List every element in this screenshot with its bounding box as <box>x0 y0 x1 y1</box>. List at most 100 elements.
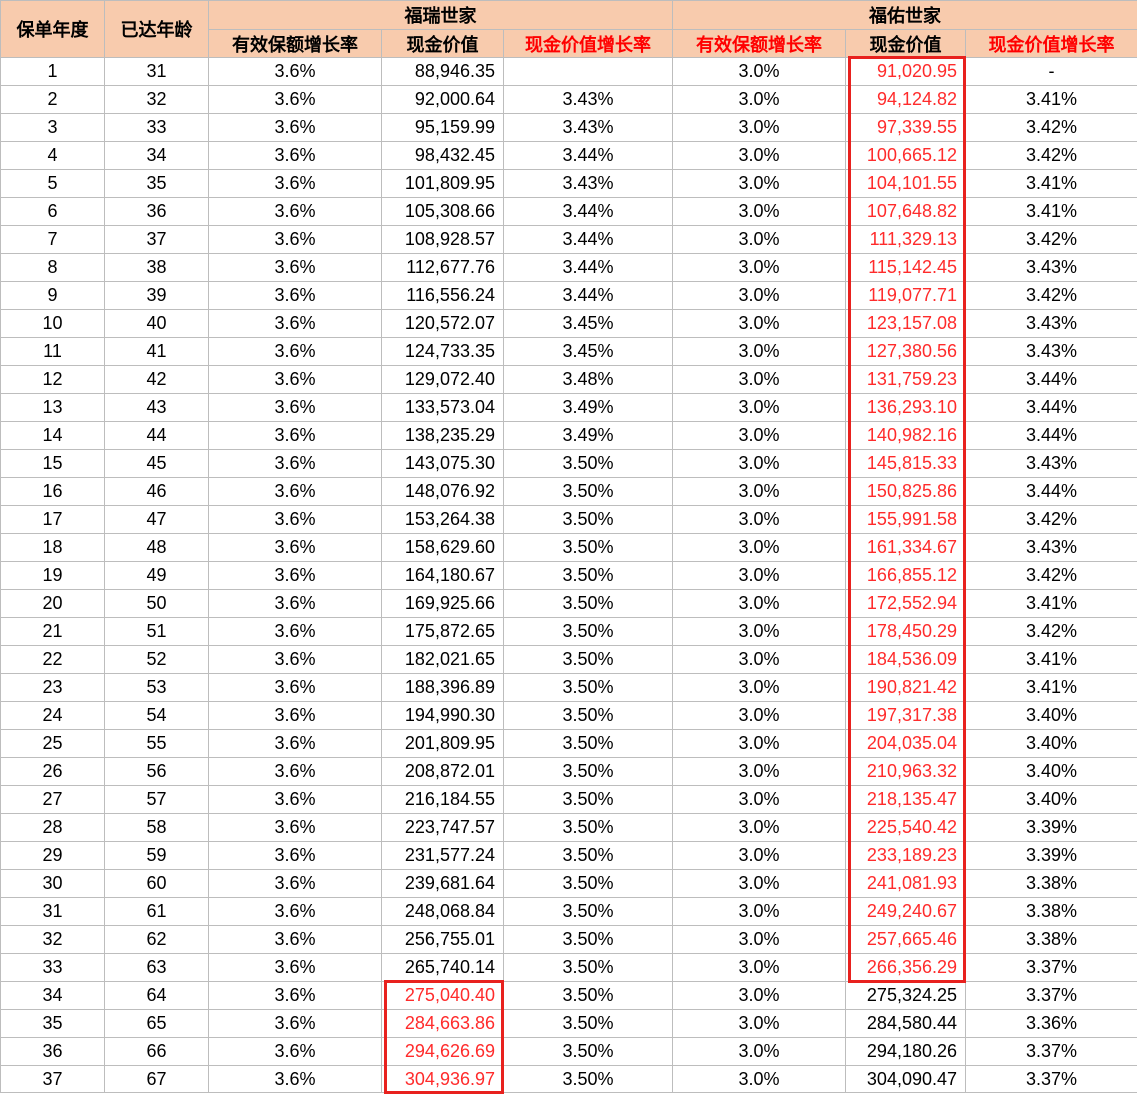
cell-a-cash-growth: 3.44% <box>504 226 673 254</box>
cell-a-cash-value: 275,040.40 <box>382 982 504 1010</box>
header-group-b: 福佑世家 <box>673 1 1137 30</box>
cell-a-sum-growth: 3.6% <box>209 898 382 926</box>
cell-policy-year: 29 <box>1 842 105 870</box>
cell-a-cash-growth: 3.50% <box>504 954 673 982</box>
cell-b-cash-growth: 3.37% <box>966 982 1137 1010</box>
table-row: 1313.6%88,946.353.0%91,020.95- <box>1 58 1137 86</box>
cell-policy-year: 12 <box>1 366 105 394</box>
cell-age: 67 <box>105 1066 209 1093</box>
cell-a-sum-growth: 3.6% <box>209 1010 382 1038</box>
cell-policy-year: 34 <box>1 982 105 1010</box>
cell-a-cash-value: 169,925.66 <box>382 590 504 618</box>
cell-b-cash-value: 155,991.58 <box>846 506 966 534</box>
table-row: 20503.6%169,925.663.50%3.0%172,552.943.4… <box>1 590 1137 618</box>
cell-a-cash-value: 164,180.67 <box>382 562 504 590</box>
cell-age: 57 <box>105 786 209 814</box>
cell-b-cash-growth: 3.40% <box>966 702 1137 730</box>
cell-policy-year: 36 <box>1 1038 105 1066</box>
cell-b-sum-growth: 3.0% <box>673 534 846 562</box>
cell-policy-year: 2 <box>1 86 105 114</box>
cell-age: 35 <box>105 170 209 198</box>
header-a-cash-value: 现金价值 <box>382 30 504 58</box>
cell-b-cash-growth: 3.37% <box>966 954 1137 982</box>
cell-b-cash-value: 111,329.13 <box>846 226 966 254</box>
cell-a-cash-growth: 3.50% <box>504 982 673 1010</box>
cell-a-cash-value: 98,432.45 <box>382 142 504 170</box>
cell-a-cash-value: 95,159.99 <box>382 114 504 142</box>
cell-b-cash-growth: 3.37% <box>966 1038 1137 1066</box>
table-row: 10403.6%120,572.073.45%3.0%123,157.083.4… <box>1 310 1137 338</box>
cell-a-cash-growth: 3.44% <box>504 254 673 282</box>
cell-policy-year: 22 <box>1 646 105 674</box>
cell-a-sum-growth: 3.6% <box>209 618 382 646</box>
cell-a-cash-growth: 3.50% <box>504 674 673 702</box>
table-row: 26563.6%208,872.013.50%3.0%210,963.323.4… <box>1 758 1137 786</box>
cell-policy-year: 21 <box>1 618 105 646</box>
cell-a-cash-growth: 3.50% <box>504 898 673 926</box>
cell-age: 34 <box>105 142 209 170</box>
cell-b-cash-growth: 3.43% <box>966 310 1137 338</box>
cell-b-cash-value: 210,963.32 <box>846 758 966 786</box>
cell-a-cash-growth: 3.50% <box>504 478 673 506</box>
table-row: 32623.6%256,755.013.50%3.0%257,665.463.3… <box>1 926 1137 954</box>
cell-a-sum-growth: 3.6% <box>209 674 382 702</box>
cell-age: 66 <box>105 1038 209 1066</box>
cell-b-cash-value: 100,665.12 <box>846 142 966 170</box>
cell-a-sum-growth: 3.6% <box>209 170 382 198</box>
header-a-cash-growth: 现金价值增长率 <box>504 30 673 58</box>
cash-value-table: 保单年度 已达年龄 福瑞世家 福佑世家 有效保额增长率 现金价值 现金价值增长率… <box>0 0 1137 1093</box>
cell-b-sum-growth: 3.0% <box>673 114 846 142</box>
header-a-sum-growth: 有效保额增长率 <box>209 30 382 58</box>
cell-policy-year: 16 <box>1 478 105 506</box>
cell-age: 49 <box>105 562 209 590</box>
cell-a-cash-value: 143,075.30 <box>382 450 504 478</box>
cell-b-sum-growth: 3.0% <box>673 310 846 338</box>
table-row: 34643.6%275,040.403.50%3.0%275,324.253.3… <box>1 982 1137 1010</box>
cell-policy-year: 26 <box>1 758 105 786</box>
cell-a-cash-value: 194,990.30 <box>382 702 504 730</box>
cell-policy-year: 25 <box>1 730 105 758</box>
cell-b-cash-value: 172,552.94 <box>846 590 966 618</box>
cell-b-sum-growth: 3.0% <box>673 618 846 646</box>
cell-a-sum-growth: 3.6% <box>209 254 382 282</box>
cell-a-cash-growth: 3.43% <box>504 170 673 198</box>
cell-b-sum-growth: 3.0% <box>673 730 846 758</box>
cell-a-cash-value: 182,021.65 <box>382 646 504 674</box>
cell-a-sum-growth: 3.6% <box>209 814 382 842</box>
cell-a-sum-growth: 3.6% <box>209 310 382 338</box>
cell-a-cash-value: 148,076.92 <box>382 478 504 506</box>
cell-policy-year: 14 <box>1 422 105 450</box>
cell-a-sum-growth: 3.6% <box>209 982 382 1010</box>
cell-a-cash-value: 188,396.89 <box>382 674 504 702</box>
cell-a-sum-growth: 3.6% <box>209 702 382 730</box>
cell-policy-year: 10 <box>1 310 105 338</box>
cell-a-cash-growth: 3.49% <box>504 394 673 422</box>
cell-b-cash-growth: 3.43% <box>966 338 1137 366</box>
cell-a-cash-growth: 3.50% <box>504 1010 673 1038</box>
cell-policy-year: 17 <box>1 506 105 534</box>
cell-a-sum-growth: 3.6% <box>209 730 382 758</box>
cell-b-cash-value: 225,540.42 <box>846 814 966 842</box>
cell-a-sum-growth: 3.6% <box>209 758 382 786</box>
cell-b-cash-value: 284,580.44 <box>846 1010 966 1038</box>
cell-b-sum-growth: 3.0% <box>673 674 846 702</box>
cell-b-cash-value: 266,356.29 <box>846 954 966 982</box>
cell-b-sum-growth: 3.0% <box>673 282 846 310</box>
cell-policy-year: 18 <box>1 534 105 562</box>
table-row: 28583.6%223,747.573.50%3.0%225,540.423.3… <box>1 814 1137 842</box>
cell-a-cash-value: 294,626.69 <box>382 1038 504 1066</box>
table-row: 2323.6%92,000.643.43%3.0%94,124.823.41% <box>1 86 1137 114</box>
cell-a-sum-growth: 3.6% <box>209 506 382 534</box>
table-row: 16463.6%148,076.923.50%3.0%150,825.863.4… <box>1 478 1137 506</box>
cell-b-sum-growth: 3.0% <box>673 926 846 954</box>
cell-b-cash-value: 97,339.55 <box>846 114 966 142</box>
table-row: 9393.6%116,556.243.44%3.0%119,077.713.42… <box>1 282 1137 310</box>
cell-a-cash-growth: 3.50% <box>504 758 673 786</box>
cell-a-sum-growth: 3.6% <box>209 198 382 226</box>
cell-b-cash-value: 91,020.95 <box>846 58 966 86</box>
cell-a-cash-value: 239,681.64 <box>382 870 504 898</box>
cell-a-sum-growth: 3.6% <box>209 1066 382 1093</box>
cell-policy-year: 5 <box>1 170 105 198</box>
table-row: 18483.6%158,629.603.50%3.0%161,334.673.4… <box>1 534 1137 562</box>
cell-a-cash-growth: 3.50% <box>504 1066 673 1093</box>
